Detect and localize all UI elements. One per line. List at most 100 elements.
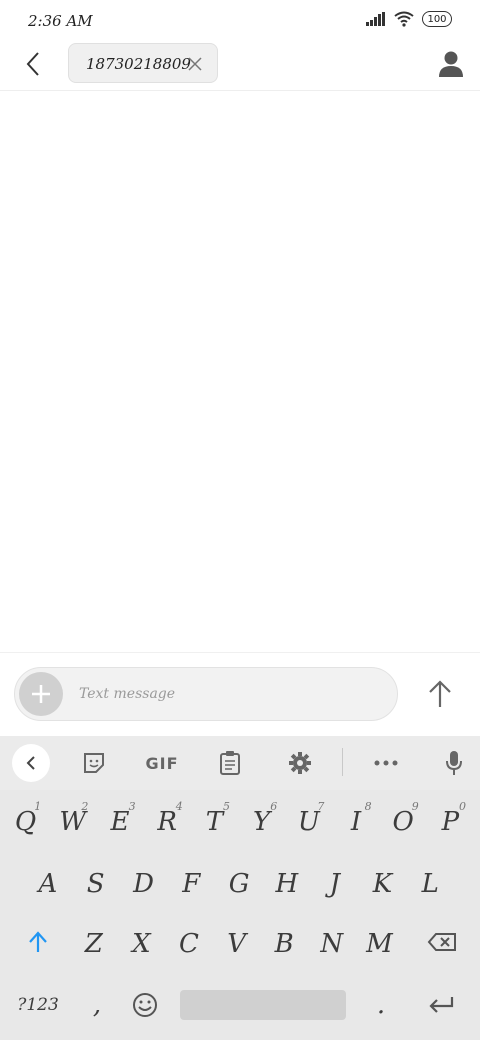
microphone-icon: [446, 751, 462, 775]
key-hint: 9: [411, 800, 419, 813]
key-label: Z: [84, 929, 103, 959]
enter-arrow-icon: [429, 997, 454, 1013]
keyboard: G I F Q 1 W 2 E 3 R 4 T 5 Y 6 U 7 I 8 O 9 …: [0, 736, 480, 1040]
backspace-icon: [427, 933, 456, 951]
sticker-icon: [84, 753, 104, 773]
key-t[interactable]: T5: [193, 796, 236, 848]
key-label: E: [110, 807, 130, 837]
back-arrow-icon[interactable]: [20, 50, 48, 78]
key-label: O: [392, 807, 414, 837]
key-d[interactable]: D: [122, 858, 166, 910]
key-r[interactable]: R4: [146, 796, 189, 848]
clipboard-icon: [220, 751, 240, 775]
compose-area: Text message: [0, 652, 480, 737]
status-bar: 2:36 AM 100: [0, 0, 480, 42]
key-e[interactable]: E3: [98, 796, 141, 848]
key-w[interactable]: W2: [51, 796, 94, 848]
battery-level: 100: [427, 13, 447, 25]
backspace-key[interactable]: [418, 916, 466, 968]
sticker-button[interactable]: [78, 746, 110, 780]
key-q[interactable]: Q1: [4, 796, 47, 848]
key-u[interactable]: U7: [287, 796, 330, 848]
key-i[interactable]: I8: [334, 796, 377, 848]
gif-label: GIF: [145, 753, 179, 773]
key-label: X: [132, 929, 151, 959]
key-label: T: [205, 807, 224, 837]
key-l[interactable]: L: [408, 858, 452, 910]
key-o[interactable]: O9: [382, 796, 425, 848]
message-placeholder: Text message: [79, 686, 176, 702]
key-p[interactable]: P0: [429, 796, 472, 848]
comma-key[interactable]: ,: [74, 980, 120, 1030]
message-input[interactable]: Text message: [14, 667, 398, 721]
key-label: V: [227, 929, 246, 959]
shift-key[interactable]: [14, 916, 62, 968]
key-hint: 1: [34, 800, 42, 813]
emoji-icon: [133, 993, 157, 1017]
key-label: F: [182, 869, 201, 899]
key-s[interactable]: S: [74, 858, 118, 910]
key-j[interactable]: J: [313, 858, 357, 910]
voice-input-button[interactable]: [438, 746, 470, 780]
send-arrow-icon[interactable]: [426, 679, 454, 709]
toolbar-divider: [342, 748, 343, 776]
collapse-toolbar-button[interactable]: [12, 744, 50, 782]
status-icons: 100: [366, 11, 452, 27]
key-label: J: [329, 869, 340, 899]
clipboard-button[interactable]: [214, 746, 246, 780]
key-label: C: [179, 929, 199, 959]
key-label: A: [38, 869, 58, 899]
key-hint: 8: [364, 800, 372, 813]
key-hint: 6: [270, 800, 278, 813]
signal-icon: [366, 12, 385, 26]
period-key[interactable]: .: [358, 980, 404, 1030]
more-dots-icon: [374, 760, 398, 766]
key-y[interactable]: Y6: [240, 796, 283, 848]
key-f[interactable]: F: [169, 858, 213, 910]
key-hint: 3: [128, 800, 136, 813]
key-x[interactable]: X: [120, 918, 164, 970]
key-label: M: [366, 929, 393, 959]
key-k[interactable]: K: [361, 858, 405, 910]
key-label: D: [133, 869, 154, 899]
symbols-key[interactable]: ?123: [10, 980, 66, 1030]
key-z[interactable]: Z: [72, 918, 116, 970]
key-label: I: [350, 807, 362, 837]
key-hint: 0: [458, 800, 466, 813]
key-hint: 5: [222, 800, 230, 813]
close-icon[interactable]: [187, 56, 203, 72]
key-a[interactable]: A: [26, 858, 70, 910]
recipient-chip[interactable]: 18730218809: [68, 43, 218, 83]
wifi-icon: [394, 11, 414, 27]
contact-icon[interactable]: [438, 50, 464, 78]
key-h[interactable]: H: [265, 858, 309, 910]
message-thread[interactable]: [0, 91, 480, 651]
space-key[interactable]: [180, 990, 346, 1020]
key-c[interactable]: C: [167, 918, 211, 970]
key-g[interactable]: G: [217, 858, 261, 910]
key-label: Q: [14, 807, 37, 837]
key-label: S: [86, 869, 105, 899]
key-n[interactable]: N: [310, 918, 354, 970]
add-attachment-button[interactable]: [19, 672, 63, 716]
key-label: G: [228, 869, 250, 899]
key-label: L: [421, 869, 439, 899]
key-v[interactable]: V: [215, 918, 259, 970]
conversation-header: 18730218809: [0, 42, 480, 91]
key-label: R: [157, 807, 177, 837]
key-label: P: [441, 807, 460, 837]
keyboard-toolbar: GIF: [0, 736, 480, 790]
key-hint: 7: [317, 800, 325, 813]
emoji-key[interactable]: [122, 980, 168, 1030]
key-b[interactable]: B: [262, 918, 306, 970]
shift-arrow-icon: [29, 931, 47, 952]
more-options-button[interactable]: [370, 746, 402, 780]
settings-button[interactable]: [284, 746, 316, 780]
key-label: H: [275, 869, 299, 899]
key-m[interactable]: M: [358, 918, 402, 970]
recipient-number: 18730218809: [86, 55, 191, 73]
gif-button[interactable]: GIF: [140, 746, 184, 780]
status-time: 2:36 AM: [28, 12, 93, 30]
plus-icon: [32, 685, 50, 703]
enter-key[interactable]: [416, 980, 466, 1030]
